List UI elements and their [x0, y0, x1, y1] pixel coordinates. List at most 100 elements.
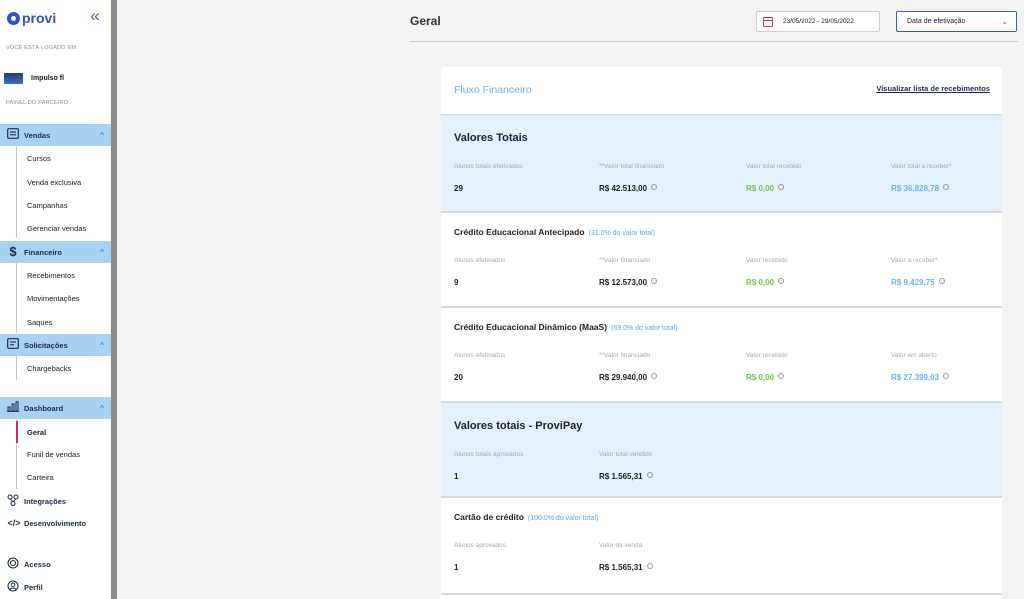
chart-icon: [6, 401, 20, 415]
info-icon[interactable]: [943, 184, 950, 190]
sidebar-item-perfil[interactable]: Perfil: [0, 576, 111, 598]
company-name: Impulso fl: [31, 74, 65, 82]
info-icon[interactable]: [651, 278, 658, 284]
sidebar-item-chargebacks[interactable]: Chargebacks: [0, 357, 111, 379]
metric-value: R$ 9.429,75: [891, 278, 945, 287]
sidebar-item-carteira[interactable]: Carteira: [0, 466, 111, 488]
sidebar-group-vendas[interactable]: Vendas ^: [0, 124, 111, 146]
metric-value: R$ 1.565,31: [599, 472, 653, 481]
metric-value: R$ 0,00: [746, 373, 787, 382]
sidebar-item-venda-exclusiva[interactable]: Venda exclusiva: [0, 171, 111, 193]
metric-value-text: R$ 1.565,31: [599, 563, 643, 572]
section-title-text: Valores Totais: [454, 132, 528, 144]
metric-value-text: 1: [454, 472, 459, 481]
requests-icon: [6, 338, 20, 352]
sidebar-item-label: Acesso: [24, 559, 51, 569]
partner-panel-label: PAINEL DO PARCEIRO: [6, 100, 69, 106]
metric-column: Alunos totais efetivados 29: [454, 163, 523, 193]
sidebar-item-recebimentos[interactable]: Recebimentos: [0, 264, 111, 286]
metric-value: R$ 0,00: [746, 184, 802, 193]
metric-value: R$ 12.573,00: [599, 278, 658, 287]
sales-icon: [6, 128, 20, 142]
sidebar-item-label: Perfil: [24, 582, 43, 592]
info-icon[interactable]: [778, 184, 785, 190]
section-title-text: Valores totais - ProviPay: [454, 420, 583, 432]
chevron-up-icon: ^: [100, 403, 104, 413]
sidebar-item-funil-de-vendas[interactable]: Funil de vendas: [0, 443, 111, 465]
metric-column: Valor da venda R$ 1.565,31: [599, 542, 653, 572]
sidebar-item-acesso[interactable]: Acesso: [0, 553, 111, 575]
dollar-icon: $: [9, 244, 17, 259]
sidebar-item-integracoes[interactable]: Integrações: [0, 490, 111, 512]
sidebar-group-label: Dashboard: [24, 403, 64, 413]
metric-value: R$ 0,00: [746, 278, 787, 287]
access-icon: [6, 557, 20, 571]
sidebar-item-desenvolvimento[interactable]: </> Desenvolvimento: [0, 512, 111, 534]
section-title-text: Crédito Educacional Antecipado: [454, 227, 585, 237]
date-filter-select[interactable]: Data de efetivação ⌄: [896, 11, 1017, 32]
metric-column: Valor total a receber* R$ 36.828,78: [891, 163, 952, 193]
summary-section: Crédito Educacional Dinâmico (MaaS) (69.0…: [441, 308, 1002, 403]
metric-label: Alunos totais efetivados: [454, 163, 523, 170]
section-percentage: (31.0% do valor total): [588, 230, 656, 237]
date-range-picker[interactable]: 23/05/2022 - 29/05/2022: [756, 11, 880, 32]
company-selector[interactable]: Impulso fl: [4, 70, 64, 86]
metric-label: Alunos efetivados: [454, 257, 506, 264]
collapse-sidebar-icon[interactable]: «: [85, 7, 105, 27]
info-icon[interactable]: [938, 278, 945, 284]
metric-label: Valor a receber*: [891, 257, 938, 264]
section-percentage: (69.0% do valor total): [611, 325, 678, 332]
chevron-down-icon: ⌄: [1001, 17, 1008, 26]
section-percentage: (100.0% do valor total): [527, 515, 599, 522]
summary-section: Crédito Educacional Antecipado (31.0% do …: [441, 213, 1002, 308]
chevron-up-icon: ^: [100, 247, 104, 257]
provi-logo-text: provi: [22, 10, 57, 26]
info-icon[interactable]: [943, 373, 950, 379]
info-icon[interactable]: [646, 563, 653, 569]
header-divider: [410, 41, 1018, 42]
date-range-value: 23/05/2022 - 29/05/2022: [783, 18, 854, 25]
metric-value-text: R$ 29.940,00: [599, 373, 648, 382]
sidebar-item-saques[interactable]: Saques: [0, 311, 111, 333]
metric-label: Valor recebido: [746, 257, 788, 264]
info-icon[interactable]: [646, 472, 653, 478]
code-icon: </>: [7, 518, 21, 528]
metric-column: Valor em aberto R$ 27.399,03: [891, 352, 950, 382]
summary-section: Valores Totais Alunos totais efetivados 29…: [441, 115, 1002, 213]
metric-value: 1: [454, 472, 523, 481]
metric-value: 20: [454, 373, 505, 382]
metric-value-text: R$ 0,00: [746, 184, 775, 193]
section-divider: [441, 593, 1002, 595]
sidebar-item-campanhas[interactable]: Campanhas: [0, 194, 111, 216]
sidebar-group-solicitacoes[interactable]: Solicitações ^: [0, 334, 111, 356]
info-icon[interactable]: [651, 184, 658, 190]
metric-label: **Valor total financiado: [599, 163, 665, 170]
metric-value-text: R$ 12.573,00: [599, 278, 648, 287]
financial-flow-card: Fluxo Financeiro Visualizar lista de rec…: [441, 67, 1002, 599]
metric-value-text: R$ 27.399,03: [891, 373, 940, 382]
metric-value: R$ 29.940,00: [599, 373, 658, 382]
metric-value-text: R$ 1.565,31: [599, 472, 643, 481]
metric-value-text: R$ 0,00: [746, 278, 775, 287]
metric-value-text: 29: [454, 184, 463, 193]
sidebar-group-dashboard[interactable]: Dashboard ^: [0, 397, 111, 419]
calendar-icon: [763, 16, 773, 27]
provi-logo-mark: [7, 11, 20, 25]
profile-icon: [6, 580, 20, 594]
sidebar-group-financeiro[interactable]: $ Financeiro ^: [0, 241, 111, 263]
metric-column: Alunos aprovados 1: [454, 542, 506, 572]
sidebar-item-gerenciar-vendas[interactable]: Gerenciar vendas: [0, 217, 111, 239]
info-icon[interactable]: [778, 373, 785, 379]
view-receipts-link[interactable]: Visualizar lista de recebimentos: [876, 84, 990, 93]
metric-column: **Valor total financiado R$ 42.513,00: [599, 163, 664, 193]
sidebar-item-cursos[interactable]: Cursos: [0, 147, 111, 169]
section-title: Valores totais - ProviPay: [454, 420, 582, 432]
sidebar-item-geral[interactable]: Geral: [0, 421, 111, 443]
metric-label: **Valor financiado: [599, 257, 651, 264]
sidebar-item-label: Integrações: [24, 496, 67, 506]
info-icon[interactable]: [778, 278, 785, 284]
info-icon[interactable]: [651, 373, 658, 379]
metric-column: Valor total recebido R$ 0,00: [746, 163, 802, 193]
sidebar-item-movimentacoes[interactable]: Movimentações: [0, 287, 111, 309]
metric-value-text: R$ 9.429,75: [891, 278, 935, 287]
